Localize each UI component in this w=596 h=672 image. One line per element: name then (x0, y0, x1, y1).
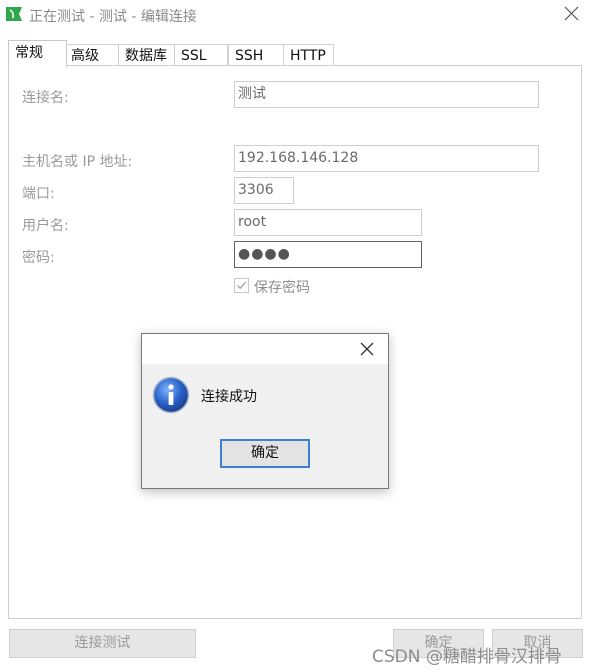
dialog-ok-button[interactable]: 确定 (220, 439, 310, 468)
host-label: 主机名或 IP 地址: (22, 154, 133, 170)
window-titlebar: 正在测试 - 测试 - 编辑连接 (0, 0, 596, 30)
test-connection-button[interactable]: 连接测试 (9, 629, 196, 658)
tab-ssh[interactable]: SSH (228, 44, 284, 66)
app-logo-icon (6, 7, 22, 21)
password-mask: ●●●● (238, 246, 291, 262)
watermark: CSDN @糖醋排骨汉排骨 (372, 647, 562, 667)
connection-name-input[interactable]: 测试 (234, 81, 539, 108)
password-input[interactable]: ●●●● (234, 241, 422, 268)
username-label: 用户名: (22, 218, 69, 234)
port-input[interactable]: 3306 (234, 177, 294, 204)
connection-success-dialog: 连接成功 确定 (141, 333, 389, 489)
save-password-label: 保存密码 (254, 280, 310, 296)
tab-advanced[interactable]: 高级 (64, 44, 119, 66)
window-close-button[interactable] (556, 0, 588, 28)
dialog-titlebar (142, 334, 388, 364)
info-icon (152, 376, 190, 414)
tab-general[interactable]: 常规 (8, 40, 67, 67)
username-input[interactable]: root (234, 209, 422, 236)
port-label: 端口: (22, 186, 55, 202)
close-icon (360, 342, 374, 356)
tab-database[interactable]: 数据库 (118, 44, 175, 66)
dialog-close-button[interactable] (354, 338, 380, 360)
password-label: 密码: (22, 250, 55, 266)
tab-http[interactable]: HTTP (283, 44, 334, 66)
save-password-checkbox[interactable] (234, 278, 249, 293)
tab-ssl[interactable]: SSL (174, 44, 228, 66)
window-title: 正在测试 - 测试 - 编辑连接 (29, 9, 197, 25)
connection-name-label: 连接名: (22, 90, 69, 106)
dialog-message: 连接成功 (201, 389, 257, 405)
host-input[interactable]: 192.168.146.128 (234, 145, 539, 172)
checkmark-icon (237, 281, 247, 290)
close-icon (564, 6, 579, 21)
